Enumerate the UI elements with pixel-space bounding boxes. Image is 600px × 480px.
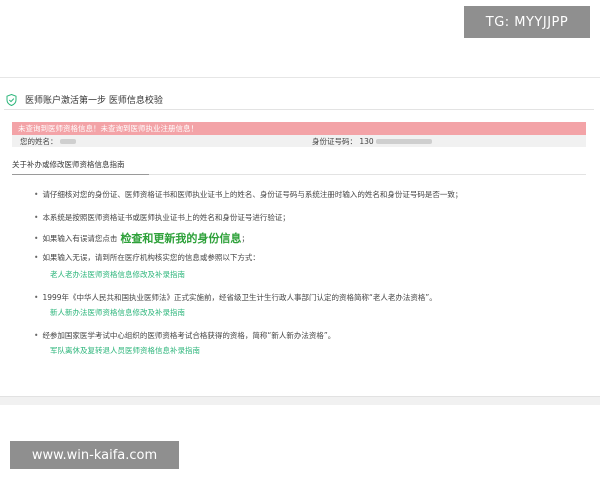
bullet-icon: • bbox=[34, 331, 39, 340]
new-rule-guide-link[interactable]: 新人新办法医师资格信息修改及补录指南 bbox=[50, 307, 594, 318]
name-label: 您的姓名： bbox=[20, 136, 58, 146]
name-field: 您的姓名： bbox=[20, 136, 76, 147]
error-alert-text: 未查询到医师资格信息！未查询到医师执业注册信息！ bbox=[18, 124, 198, 133]
panel-title-row: 医师账户激活第一步 医师信息校验 bbox=[4, 90, 594, 110]
header-divider bbox=[0, 77, 600, 78]
watermark-bottom: www.win-kaifa.com bbox=[10, 441, 179, 469]
old-rule-guide-link[interactable]: 老人老办法医师资格信息修改及补录指南 bbox=[50, 269, 594, 280]
footer-band bbox=[0, 396, 600, 405]
guide-divider bbox=[12, 174, 586, 175]
list-item: • 如果输入有误请您点击 检查和更新我的身份信息 ； bbox=[34, 232, 249, 245]
guide-title: 关于补办或修改医师资格信息指南 bbox=[12, 160, 125, 169]
list-item: • 1999年《中华人民共和国执业医师法》正式实施前，经省级卫生计生行政人事部门… bbox=[34, 293, 437, 302]
list-item: • 请仔细核对您的身份证、医师资格证书和医师执业证书上的姓名、身份证号码与系统注… bbox=[34, 190, 463, 199]
guide-list: • 请仔细核对您的身份证、医师资格证书和医师执业证书上的姓名、身份证号码与系统注… bbox=[4, 189, 594, 356]
verification-panel: 医师账户激活第一步 医师信息校验 未查询到医师资格信息！未查询到医师执业注册信息… bbox=[4, 90, 594, 356]
list-item: • 经参加国家医学考试中心组织的医师资格考试合格获得的资格，简称“新人新办法资格… bbox=[34, 331, 336, 340]
watermark-top: TG: MYYJJPP bbox=[464, 6, 590, 38]
id-value-redacted bbox=[376, 139, 433, 144]
bullet-icon: • bbox=[34, 234, 39, 243]
id-field: 身份证号码： 130 bbox=[312, 136, 433, 147]
page-title: 医师账户激活第一步 医师信息校验 bbox=[25, 96, 163, 106]
id-value: 130 bbox=[359, 136, 374, 146]
error-alert: 未查询到医师资格信息！未查询到医师执业注册信息！ bbox=[12, 122, 586, 135]
military-guide-link[interactable]: 军队离休及复转退人员医师资格信息补录指南 bbox=[50, 345, 594, 356]
bullet-icon: • bbox=[34, 213, 39, 222]
list-item: • 如果输入无误，请到所在医疗机构核实您的信息或参照以下方式： bbox=[34, 253, 260, 262]
bullet-icon: • bbox=[34, 253, 39, 262]
bullet-icon: • bbox=[34, 293, 39, 302]
list-item: • 本系统是按照医师资格证书或医师执业证书上的姓名和身份证号进行验证； bbox=[34, 213, 290, 222]
user-info-row: 您的姓名： 身份证号码： 130 bbox=[12, 135, 586, 147]
recheck-identity-link[interactable]: 检查和更新我的身份信息 bbox=[120, 233, 241, 244]
id-label: 身份证号码： bbox=[312, 136, 357, 146]
shield-icon bbox=[6, 93, 17, 106]
name-value-redacted bbox=[59, 139, 76, 144]
bullet-icon: • bbox=[34, 190, 39, 199]
